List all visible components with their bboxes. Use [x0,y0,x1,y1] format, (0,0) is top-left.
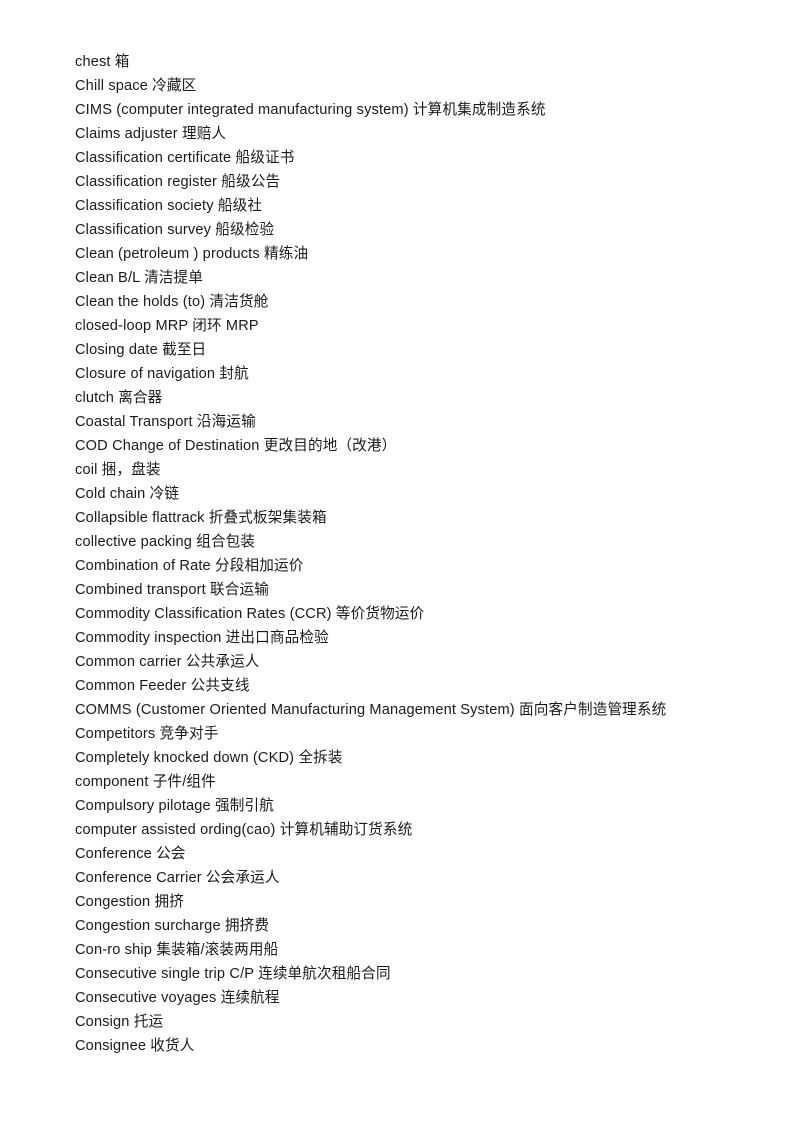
glossary-entry: Collapsible flattrack 折叠式板架集装箱 [75,510,327,526]
glossary-entry: Con-ro ship 集装箱/滚装两用船 [75,942,279,958]
glossary-entry: Consign 托运 [75,1014,164,1030]
glossary-entry: Common carrier 公共承运人 [75,654,260,670]
glossary-entry: Claims adjuster 理赔人 [75,126,227,142]
glossary-entry: collective packing 组合包装 [75,534,256,550]
glossary-entry: Classification certificate 船级证书 [75,150,295,166]
glossary-entry: Consecutive single trip C/P 连续单航次租船合同 [75,966,391,982]
glossary-entry: Cold chain 冷链 [75,486,180,502]
glossary-entry: Congestion surcharge 拥挤费 [75,918,270,934]
glossary-entry: Combination of Rate 分段相加运价 [75,558,304,574]
glossary-entry: Classification survey 船级检验 [75,222,275,238]
glossary-entry: Compulsory pilotage 强制引航 [75,798,274,814]
glossary-entry: Conference 公会 [75,846,186,862]
document-page: chest 箱 Chill space 冷藏区 CIMS (computer int… [0,0,794,1123]
glossary-entry: Commodity inspection 进出口商品检验 [75,630,329,646]
glossary-entry: Clean (petroleum ) products 精练油 [75,246,309,262]
glossary-entry: Competitors 竞争对手 [75,726,219,742]
glossary-entry: Classification register 船级公告 [75,174,281,190]
glossary-entry-list: chest 箱 Chill space 冷藏区 CIMS (computer int… [75,50,754,1058]
glossary-entry: coil 捆，盘装 [75,462,161,478]
glossary-entry: Conference Carrier 公会承运人 [75,870,280,886]
glossary-entry: Congestion 拥挤 [75,894,184,910]
glossary-entry: COMMS (Customer Oriented Manufacturing M… [75,702,667,718]
glossary-entry: Commodity Classification Rates (CCR) 等价货… [75,606,425,622]
glossary-entry: COD Change of Destination 更改目的地（改港） [75,438,397,454]
glossary-entry: computer assisted ording(cao) 计算机辅助订货系统 [75,822,413,838]
glossary-entry: Clean the holds (to) 清洁货舱 [75,294,269,310]
glossary-entry: closed-loop MRP 闭环 MRP [75,318,259,334]
glossary-entry: Consecutive voyages 连续航程 [75,990,280,1006]
glossary-entry: component 子件/组件 [75,774,216,790]
glossary-entry: Completely knocked down (CKD) 全拆装 [75,750,343,766]
glossary-entry: Consignee 收货人 [75,1038,195,1054]
glossary-entry: Clean B/L 清洁提单 [75,270,204,286]
glossary-entry: Chill space 冷藏区 [75,78,197,94]
glossary-entry: Common Feeder 公共支线 [75,678,250,694]
glossary-entry: Coastal Transport 沿海运输 [75,414,256,430]
glossary-entry: chest 箱 [75,54,130,70]
glossary-entry: clutch 离合器 [75,390,163,406]
glossary-entry: Combined transport 联合运输 [75,582,269,598]
glossary-entry: Closing date 截至日 [75,342,207,358]
glossary-entry: Classification society 船级社 [75,198,263,214]
glossary-entry: CIMS (computer integrated manufacturing … [75,102,546,118]
glossary-entry: Closure of navigation 封航 [75,366,249,382]
